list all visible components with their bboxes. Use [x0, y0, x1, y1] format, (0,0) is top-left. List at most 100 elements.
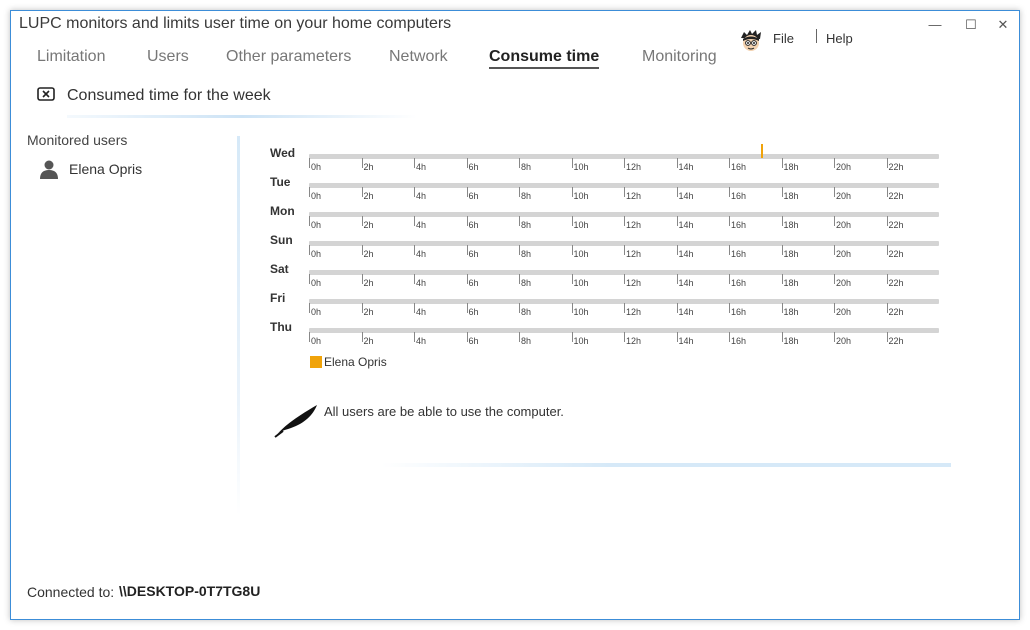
- hour-tick-label: 6h: [468, 220, 479, 230]
- app-window: LUPC monitors and limits user time on yo…: [10, 10, 1020, 620]
- hour-tick-label: 16h: [731, 191, 747, 201]
- hour-tick-label: 10h: [573, 278, 589, 288]
- hour-tick: [519, 274, 520, 284]
- hour-tick-label: 12h: [626, 278, 642, 288]
- minimize-button[interactable]: —: [921, 15, 949, 35]
- hour-tick: [519, 332, 520, 342]
- hour-tick: [624, 158, 625, 168]
- hour-tick-label: 16h: [731, 162, 747, 172]
- menu-help[interactable]: Help: [826, 31, 853, 46]
- hour-tick-label: 14h: [678, 278, 694, 288]
- hour-tick: [361, 158, 363, 168]
- hour-tick: [729, 303, 730, 313]
- cartoon-avatar-icon[interactable]: [739, 29, 763, 53]
- hour-tick: [571, 332, 573, 342]
- hour-tick-label: 12h: [626, 191, 642, 201]
- hour-tick-label: 16h: [731, 220, 747, 230]
- connected-label: Connected to:: [27, 584, 115, 600]
- hour-tick-label: 2h: [363, 307, 374, 317]
- feather-icon: [274, 405, 317, 438]
- hour-tick-label: 18h: [783, 278, 799, 288]
- hour-tick: [834, 303, 835, 313]
- hour-tick-label: 6h: [468, 191, 479, 201]
- hour-tick-label: 0h: [311, 191, 322, 201]
- hour-tick: [519, 216, 520, 226]
- close-box-icon[interactable]: [37, 87, 55, 101]
- hour-tick-label: 0h: [311, 307, 322, 317]
- hour-tick: [676, 303, 678, 313]
- tab-other-parameters[interactable]: Other parameters: [226, 48, 351, 66]
- hour-tick-label: 20h: [836, 336, 852, 346]
- hour-tick-label: 18h: [783, 191, 799, 201]
- hour-tick: [571, 216, 573, 226]
- hour-tick-label: 14h: [678, 249, 694, 259]
- connected-host: \\DESKTOP-0T7TG8U: [119, 583, 261, 599]
- tab-network[interactable]: Network: [389, 48, 448, 66]
- hour-tick-label: 4h: [416, 220, 427, 230]
- hour-tick-label: 16h: [731, 336, 747, 346]
- hour-tick: [729, 332, 730, 342]
- hour-tick-label: 0h: [311, 249, 322, 259]
- hour-tick: [781, 332, 783, 342]
- hour-tick-label: 14h: [678, 162, 694, 172]
- day-label: Tue: [270, 175, 291, 189]
- close-button[interactable]: ✕: [989, 15, 1017, 35]
- hour-tick-label: 0h: [311, 220, 322, 230]
- hour-tick: [886, 303, 888, 313]
- info-message: All users are be able to use the compute…: [324, 404, 564, 419]
- hour-tick: [729, 158, 730, 168]
- tab-limitation[interactable]: Limitation: [37, 48, 105, 66]
- hour-tick-label: 12h: [626, 220, 642, 230]
- user-icon: [40, 160, 58, 179]
- hour-tick: [361, 216, 363, 226]
- legend-label: Elena Opris: [324, 355, 387, 369]
- monitored-users-header: Monitored users: [27, 132, 128, 148]
- hour-tick: [781, 216, 783, 226]
- hour-tick-label: 18h: [783, 336, 799, 346]
- hour-tick: [361, 332, 363, 342]
- window-title: LUPC monitors and limits user time on yo…: [19, 15, 452, 32]
- hour-tick-label: 18h: [783, 162, 799, 172]
- hour-tick: [729, 187, 730, 197]
- hour-tick-label: 8h: [521, 191, 532, 201]
- hour-tick-label: 2h: [363, 191, 374, 201]
- hour-tick: [414, 274, 415, 284]
- hour-tick: [309, 158, 310, 168]
- hour-tick: [414, 158, 415, 168]
- menu-file[interactable]: File: [773, 31, 794, 46]
- hour-tick: [676, 274, 678, 284]
- tab-users[interactable]: Users: [147, 48, 189, 66]
- hour-tick-label: 0h: [311, 162, 322, 172]
- hour-tick: [519, 187, 520, 197]
- tab-monitoring[interactable]: Monitoring: [642, 48, 717, 66]
- hour-tick-label: 8h: [521, 278, 532, 288]
- hour-tick-label: 22h: [888, 220, 904, 230]
- hour-tick: [834, 274, 835, 284]
- hour-tick: [414, 332, 415, 342]
- hour-tick-label: 22h: [888, 191, 904, 201]
- hour-tick: [361, 245, 363, 255]
- hour-tick: [519, 303, 520, 313]
- hour-tick: [781, 303, 783, 313]
- day-label: Mon: [270, 204, 295, 218]
- hour-tick: [309, 245, 310, 255]
- hour-tick: [466, 158, 468, 168]
- hour-tick-label: 4h: [416, 336, 427, 346]
- maximize-button[interactable]: ☐: [957, 15, 985, 35]
- legend-swatch: [310, 356, 322, 368]
- hour-tick: [676, 332, 678, 342]
- hour-tick-label: 8h: [521, 249, 532, 259]
- hour-tick: [886, 187, 888, 197]
- hour-tick-label: 2h: [363, 220, 374, 230]
- hour-tick: [834, 245, 835, 255]
- hour-tick-label: 10h: [573, 307, 589, 317]
- tab-consume-time[interactable]: Consume time: [489, 48, 600, 69]
- hour-tick: [624, 303, 625, 313]
- hour-tick: [414, 245, 415, 255]
- hour-tick: [624, 187, 625, 197]
- hour-tick: [886, 158, 888, 168]
- hour-tick: [466, 216, 468, 226]
- hour-tick-label: 2h: [363, 162, 374, 172]
- hour-tick: [624, 332, 625, 342]
- hour-tick: [624, 274, 625, 284]
